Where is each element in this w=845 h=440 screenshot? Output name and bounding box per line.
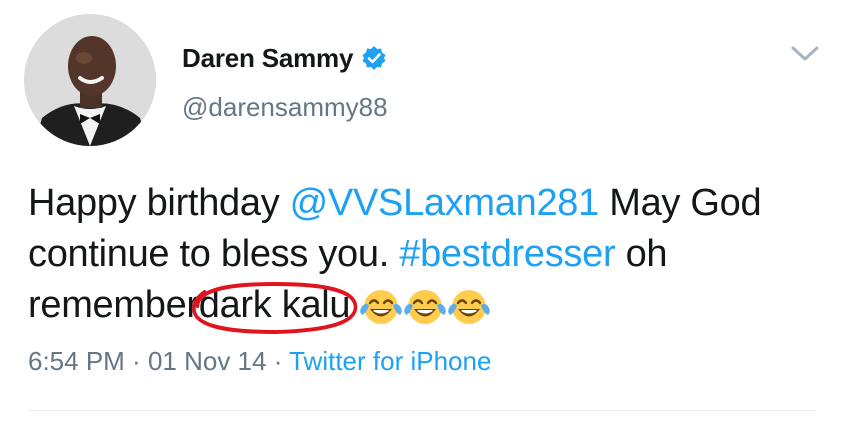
hashtag-link[interactable]: #bestdresser	[399, 233, 615, 275]
name-row: Daren Sammy	[182, 38, 387, 78]
user-handle[interactable]: @darensammy88	[182, 92, 388, 123]
emoji-row	[360, 286, 491, 328]
tweet-meta: 6:54 PM · 01 Nov 14 · Twitter for iPhone	[28, 346, 491, 377]
tweet-source-link[interactable]: Twitter for iPhone	[289, 346, 491, 376]
meta-separator: ·	[266, 346, 290, 376]
meta-separator: ·	[124, 346, 148, 376]
tweet-time[interactable]: 6:54 PM	[28, 346, 125, 376]
tweet-card: Daren Sammy @darensammy88 Happy birthday…	[0, 0, 845, 440]
tweet-date[interactable]: 01 Nov 14	[148, 346, 267, 376]
circled-text: dark kalu	[192, 280, 357, 335]
tweet-text: Happy birthday @VVSLaxman281 May God con…	[28, 178, 818, 335]
divider	[28, 410, 817, 411]
face-with-tears-of-joy-icon	[404, 289, 447, 324]
tweet-text-part: Happy birthday	[28, 182, 290, 224]
mention-link[interactable]: @VVSLaxman281	[290, 182, 600, 224]
red-circle-annotation	[192, 281, 357, 335]
profile-photo	[24, 14, 156, 146]
face-with-tears-of-joy-icon	[448, 289, 491, 324]
chevron-down-icon[interactable]	[788, 38, 822, 68]
verified-badge-icon	[361, 45, 387, 71]
display-name[interactable]: Daren Sammy	[182, 43, 353, 74]
avatar[interactable]	[24, 14, 156, 146]
face-with-tears-of-joy-icon	[360, 289, 403, 324]
